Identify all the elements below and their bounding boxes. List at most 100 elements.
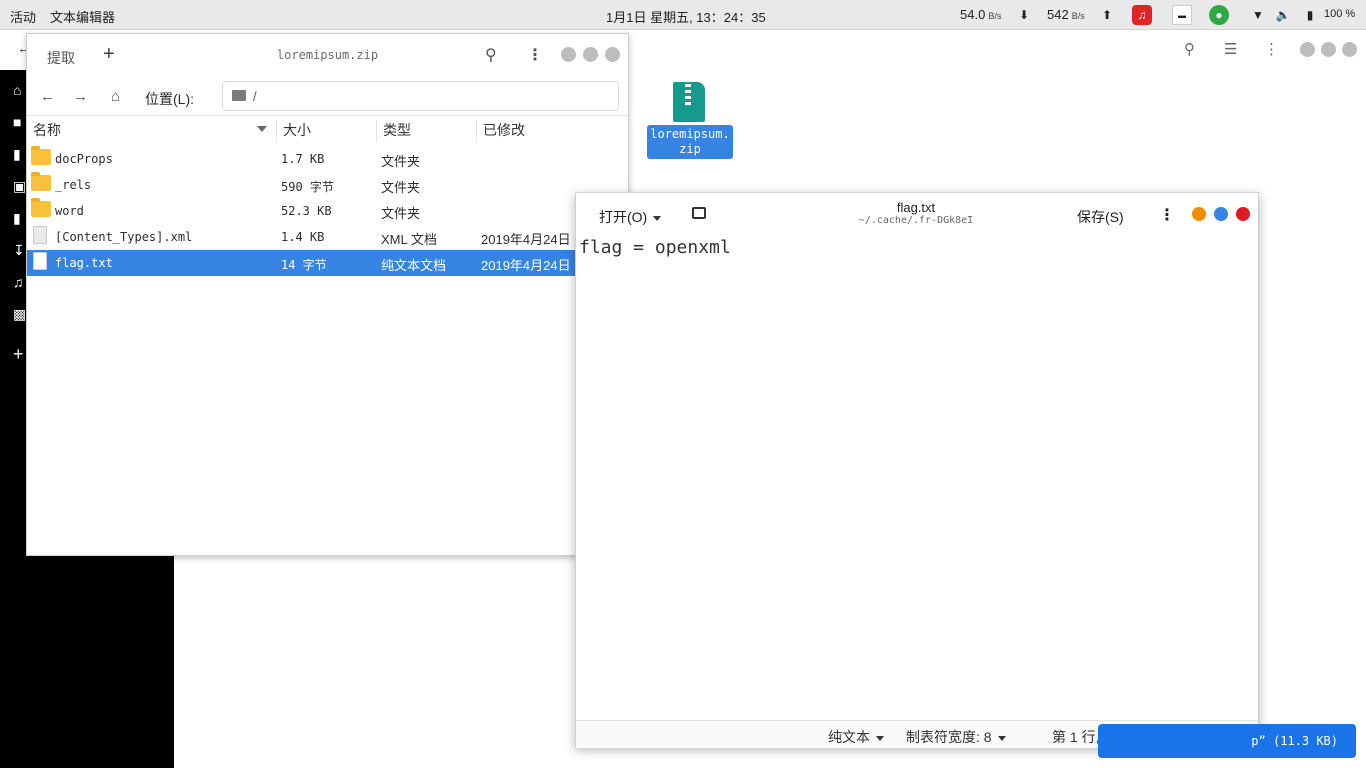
- file-type: 纯文本文档: [381, 258, 447, 273]
- minimize-button[interactable]: [1300, 42, 1315, 57]
- file-name: word: [55, 204, 84, 218]
- open-button-label: 打开(O): [599, 209, 648, 225]
- location-bar: ← → ⌂ 位置(L): /: [27, 76, 628, 116]
- location-label: 位置(L):: [145, 91, 194, 107]
- table-row-selected[interactable]: flag.txt 14 字节 纯文本文档 2019年4月24日: [27, 250, 628, 276]
- music-app-icon[interactable]: ♫: [1132, 5, 1152, 25]
- column-header-name[interactable]: 名称: [33, 120, 61, 140]
- syntax-label: 纯文本: [828, 729, 870, 745]
- column-separator: [376, 120, 377, 142]
- search-icon[interactable]: ⚲: [485, 45, 497, 65]
- battery-icon[interactable]: ▮: [1300, 5, 1320, 25]
- file-size: 52.3 KB: [281, 204, 332, 218]
- file-size: 1.4 KB: [281, 230, 325, 244]
- menu-icon[interactable]: ⋮: [527, 45, 543, 65]
- syntax-selector[interactable]: 纯文本: [828, 727, 884, 747]
- net-down-unit: B/s: [988, 11, 1002, 21]
- minimize-button[interactable]: [1192, 207, 1206, 221]
- file-modified: 2019年4月24日: [481, 232, 571, 247]
- file-size: 1.7 KB: [281, 152, 325, 166]
- text-editor-window: 打开(O) flag.txt ~/.cache/.fr-DGk8eI 保存(S)…: [575, 192, 1259, 748]
- search-icon[interactable]: ⚲: [1184, 40, 1195, 58]
- column-header-modified[interactable]: 已修改: [483, 120, 525, 140]
- activities-button[interactable]: 活动: [10, 7, 36, 26]
- file-modified: 2019年4月24日: [481, 258, 571, 273]
- close-button[interactable]: [605, 47, 620, 62]
- net-up-value: 542: [1047, 7, 1069, 22]
- file-type: 文件夹: [381, 206, 421, 221]
- editor-text-area[interactable]: flag = openxml: [579, 237, 731, 258]
- volume-icon[interactable]: 🔈: [1273, 5, 1293, 25]
- clock[interactable]: 1月1日 星期五, 13：24：35: [606, 7, 766, 26]
- save-button[interactable]: 保存(S): [1077, 207, 1124, 227]
- net-up-unit: B/s: [1071, 11, 1085, 21]
- file-type: 文件夹: [381, 180, 421, 195]
- net-down-value: 54.0: [960, 7, 986, 22]
- table-row[interactable]: [Content_Types].xml 1.4 KB XML 文档 2019年4…: [27, 224, 628, 250]
- maximize-button[interactable]: [1214, 207, 1228, 221]
- sort-desc-icon[interactable]: [257, 126, 267, 132]
- file-name: _rels: [55, 178, 92, 192]
- editor-header-bar: 打开(O) flag.txt ~/.cache/.fr-DGk8eI 保存(S)…: [576, 193, 1258, 237]
- zip-file-label: loremipsum. zip: [647, 125, 733, 159]
- chevron-down-icon: [997, 735, 1006, 741]
- toast-text: p” (11.3 KB): [1251, 734, 1338, 748]
- new-document-icon[interactable]: [692, 207, 706, 219]
- text-file-icon: [33, 252, 47, 270]
- column-separator: [476, 120, 477, 142]
- app-menu[interactable]: 文本编辑器: [50, 7, 115, 26]
- file-name: [Content_Types].xml: [55, 230, 193, 244]
- tab-width-selector[interactable]: 制表符宽度: 8: [906, 727, 1006, 747]
- chat-app-icon[interactable]: ●: [1209, 5, 1229, 25]
- minimize-button[interactable]: [561, 47, 576, 62]
- xml-file-icon: [33, 226, 47, 244]
- folder-icon: [31, 172, 51, 191]
- column-header-size[interactable]: 大小: [283, 120, 311, 140]
- dock-panel: [42, 557, 174, 768]
- net-down-rate: 54.0 B/s: [960, 7, 1001, 22]
- net-up-rate: 542 B/s: [1047, 7, 1085, 22]
- forward-icon[interactable]: →: [73, 88, 88, 105]
- column-separator: [276, 120, 277, 142]
- arrow-up-icon: ⬆: [1101, 8, 1113, 22]
- notification-toast[interactable]: p” (11.3 KB): [1098, 724, 1356, 758]
- folder-icon: [31, 146, 51, 165]
- table-row[interactable]: word 52.3 KB 文件夹: [27, 198, 628, 224]
- file-type: XML 文档: [381, 232, 437, 247]
- column-header-type[interactable]: 类型: [383, 120, 411, 140]
- wifi-icon[interactable]: ▼: [1248, 5, 1268, 25]
- file-size: 590 字节: [281, 180, 334, 194]
- arrow-down-icon: ⬇: [1018, 8, 1030, 22]
- maximize-button[interactable]: [1321, 42, 1336, 57]
- add-files-icon[interactable]: +: [103, 43, 115, 66]
- file-name: flag.txt: [55, 256, 113, 270]
- table-row[interactable]: docProps 1.7 KB 文件夹: [27, 146, 628, 172]
- document-title: flag.txt: [896, 200, 936, 215]
- chevron-down-icon: [653, 215, 662, 221]
- file-size: 14 字节: [281, 258, 327, 272]
- home-icon[interactable]: ⌂: [111, 88, 120, 105]
- location-path: /: [253, 89, 257, 104]
- maximize-button[interactable]: [583, 47, 598, 62]
- battery-percent[interactable]: 100 %: [1324, 8, 1355, 20]
- table-row[interactable]: _rels 590 字节 文件夹: [27, 172, 628, 198]
- folder-icon: [31, 198, 51, 217]
- menu-icon[interactable]: ⋮: [1264, 40, 1279, 58]
- folder-icon: [232, 90, 246, 101]
- menu-icon[interactable]: ⋮: [1159, 205, 1175, 225]
- chevron-down-icon: [876, 735, 884, 741]
- file-type: 文件夹: [381, 154, 421, 169]
- archive-manager-window: 提取 + loremipsum.zip ⚲ ⋮ ← → ⌂ 位置(L): / 名…: [26, 33, 629, 556]
- location-field[interactable]: /: [222, 81, 619, 111]
- document-path: ~/.cache/.fr-DGk8eI: [858, 215, 974, 226]
- extract-button[interactable]: 提取: [47, 48, 75, 68]
- close-button[interactable]: [1342, 42, 1357, 57]
- top-bar: 活动 文本编辑器 1月1日 星期五, 13：24：35 54.0 B/s ⬇ 54…: [0, 0, 1366, 30]
- view-toggle-icon[interactable]: ☰: [1224, 40, 1237, 58]
- tray-app-icon[interactable]: ▬: [1172, 5, 1192, 25]
- file-name: docProps: [55, 152, 113, 166]
- back-icon[interactable]: ←: [40, 88, 55, 105]
- open-button[interactable]: 打开(O): [599, 207, 662, 227]
- archive-header-bar: 提取 + loremipsum.zip ⚲ ⋮: [27, 34, 628, 76]
- close-button[interactable]: [1236, 207, 1250, 221]
